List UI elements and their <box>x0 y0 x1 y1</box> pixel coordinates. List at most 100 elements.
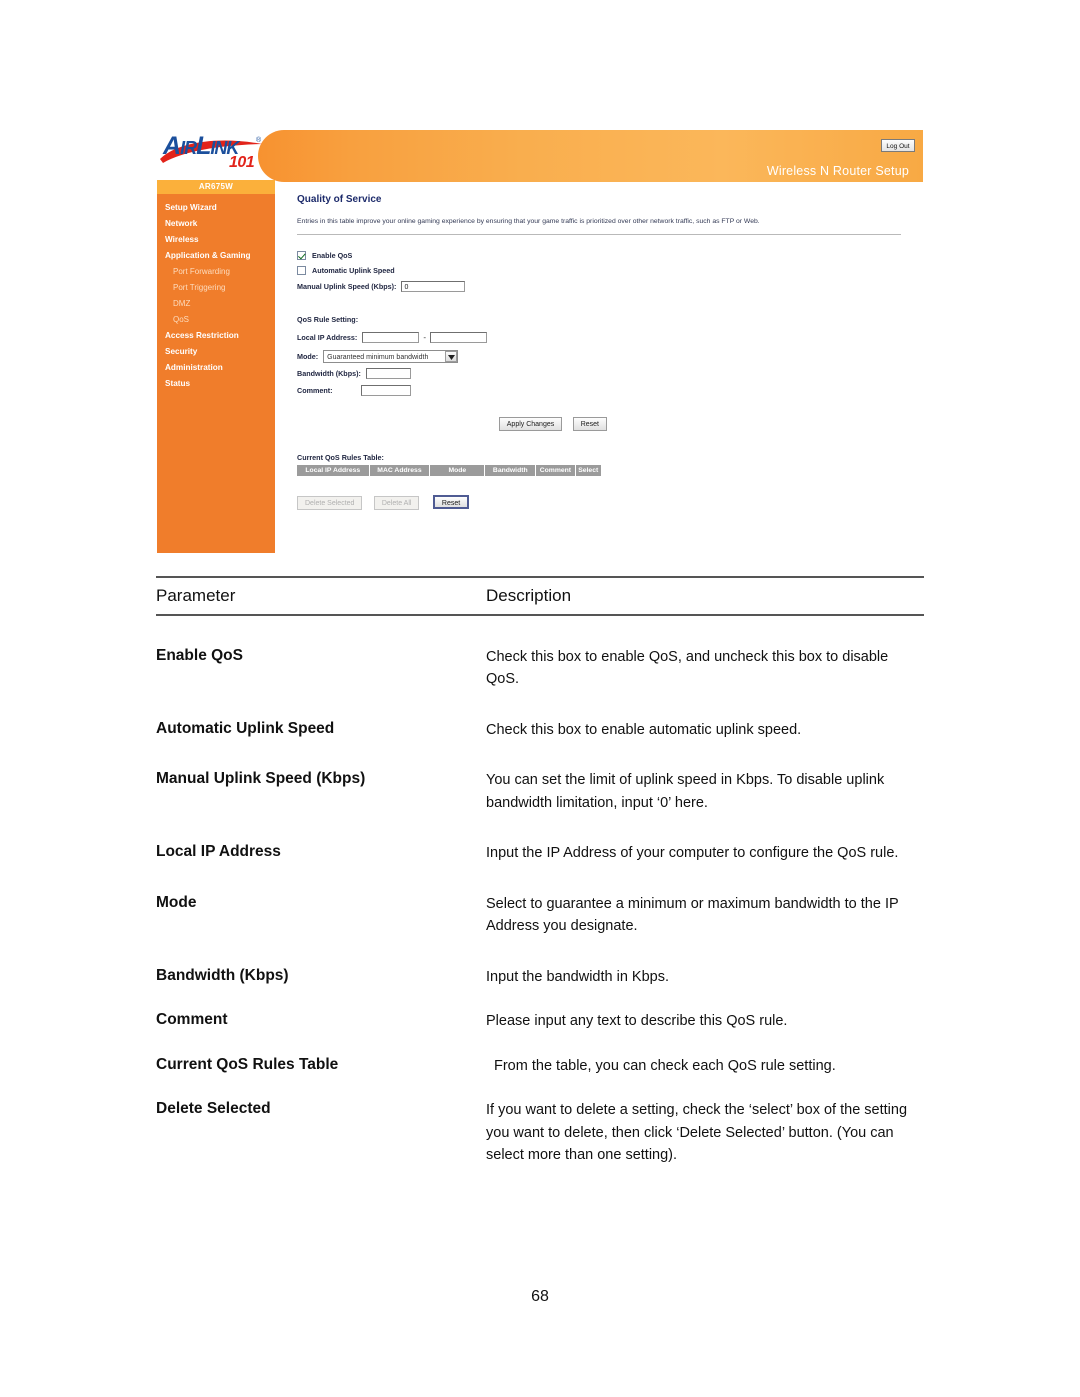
parameter-desc-automatic-uplink-speed: Check this box to enable automatic uplin… <box>486 721 802 738</box>
table-row: Current QoS Rules Table From the table, … <box>156 1055 924 1077</box>
qos-col-local-ip-address: Local IP Address <box>297 465 370 477</box>
manual-uplink-speed-input[interactable]: 0 <box>401 280 466 292</box>
logo-101: 101 <box>229 154 255 171</box>
delete-selected-button[interactable]: Delete Selected <box>297 496 363 511</box>
apply-changes-button[interactable]: Apply Changes <box>498 417 563 432</box>
parameter-name-comment: Comment <box>156 1011 228 1029</box>
parameter-desc-bandwidth: Input the bandwidth in Kbps. <box>486 968 669 985</box>
comment-label: Comment: <box>297 385 333 395</box>
enable-qos-label: Enable QoS <box>312 251 353 261</box>
parameter-name-delete-selected: Delete Selected <box>156 1100 271 1118</box>
comment-row: Comment: <box>297 383 923 397</box>
mode-selected-value: Guaranteed minimum bandwidth <box>327 353 429 361</box>
current-qos-rules-table-label: Current QoS Rules Table: <box>297 453 384 463</box>
mode-label: Mode: <box>297 351 319 361</box>
table-bottom-rule <box>156 614 924 616</box>
sidebar-item-access-restriction[interactable]: Access Restriction <box>157 328 275 344</box>
parameter-name-local-ip-address: Local IP Address <box>156 843 281 861</box>
parameter-name-mode: Mode <box>156 893 197 911</box>
parameter-description-table: Parameter Description Enable QoS Check t… <box>156 576 924 1167</box>
local-ip-start-input[interactable] <box>362 331 420 343</box>
sidebar-item-setup-wizard[interactable]: Setup Wizard <box>157 200 275 216</box>
qos-col-select: Select <box>575 465 601 477</box>
router-header-title: Wireless N Router Setup <box>766 164 909 178</box>
router-header-bar: Log Out Wireless N Router Setup <box>258 130 923 182</box>
local-ip-range-separator: - <box>423 332 426 342</box>
local-ip-end-input[interactable] <box>430 331 487 343</box>
manual-uplink-speed-label: Manual Uplink Speed (Kbps): <box>297 281 397 291</box>
qos-col-mac-address: MAC Address <box>369 465 431 477</box>
router-sidebar: AR675W Setup Wizard Network Wireless App… <box>157 180 275 553</box>
table-row: Local IP Address Input the IP Address of… <box>156 842 924 864</box>
enable-qos-checkbox[interactable] <box>297 251 306 261</box>
bandwidth-input[interactable] <box>365 367 411 379</box>
parameter-desc-comment: Please input any text to describe this Q… <box>486 1013 788 1030</box>
parameter-desc-current-qos-rules-table: From the table, you can check each QoS r… <box>494 1057 836 1074</box>
parameter-desc-enable-qos: Check this box to enable QoS, and unchec… <box>486 649 889 688</box>
delete-all-button[interactable]: Delete All <box>373 496 420 511</box>
parameter-name-current-qos-rules-table: Current QoS Rules Table <box>156 1055 339 1073</box>
router-content-pane: Quality of Service Entries in this table… <box>297 194 923 511</box>
sidebar-item-status[interactable]: Status <box>157 376 275 392</box>
sidebar-item-application-gaming[interactable]: Application & Gaming <box>157 248 275 264</box>
mode-row: Mode: Guaranteed minimum bandwidth <box>297 349 923 363</box>
table-actions: Delete Selected Delete All Reset <box>297 492 923 511</box>
sidebar-item-wireless[interactable]: Wireless <box>157 232 275 248</box>
table-reset-button[interactable]: Reset <box>432 495 470 510</box>
manual-uplink-speed-row: Manual Uplink Speed (Kbps): 0 <box>297 279 923 293</box>
qos-rule-setting-label: QoS Rule Setting: <box>297 315 359 325</box>
page-number: 68 <box>531 1288 549 1305</box>
chevron-down-icon[interactable] <box>445 350 458 362</box>
comment-input[interactable] <box>360 384 411 396</box>
table-row: Mode Select to guarantee a minimum or ma… <box>156 893 924 938</box>
parameter-name-enable-qos: Enable QoS <box>156 647 243 664</box>
table-header-row: Parameter Description <box>156 578 924 614</box>
table-row: Bandwidth (Kbps) Input the bandwidth in … <box>156 966 924 988</box>
parameter-desc-mode: Select to guarantee a minimum or maximum… <box>486 895 899 935</box>
sidebar-item-network[interactable]: Network <box>157 216 275 232</box>
column-header-parameter: Parameter <box>156 586 236 605</box>
parameter-name-bandwidth: Bandwidth (Kbps) <box>156 966 289 984</box>
sidebar-item-security[interactable]: Security <box>157 344 275 360</box>
bandwidth-label: Bandwidth (Kbps): <box>297 368 361 378</box>
automatic-uplink-speed-row[interactable]: Automatic Uplink Speed <box>297 264 923 277</box>
content-divider <box>297 234 901 236</box>
logo-wordmark: AIRLINK <box>163 132 239 160</box>
automatic-uplink-speed-label: Automatic Uplink Speed <box>312 266 395 276</box>
enable-qos-row[interactable]: Enable QoS <box>297 249 923 262</box>
qos-rules-table-header: Local IP Address MAC Address Mode Bandwi… <box>297 465 601 477</box>
local-ip-address-row: Local IP Address: - <box>297 330 923 344</box>
reset-button[interactable]: Reset <box>572 417 607 432</box>
sidebar-item-port-forwarding[interactable]: Port Forwarding <box>157 264 275 280</box>
airlink-logo: AIRLINK ® 101 <box>157 118 275 180</box>
qos-col-comment: Comment <box>536 465 576 477</box>
router-admin-screenshot: Log Out Wireless N Router Setup AIRLINK … <box>157 118 923 553</box>
parameter-desc-local-ip-address: Input the IP Address of your computer to… <box>486 845 899 862</box>
current-qos-rules-section: Current QoS Rules Table: Local IP Addres… <box>297 453 923 477</box>
table-row: Delete Selected If you want to delete a … <box>156 1099 924 1166</box>
sidebar-item-dmz[interactable]: DMZ <box>157 296 275 312</box>
page-title: Quality of Service <box>297 194 382 205</box>
column-header-description: Description <box>486 586 572 605</box>
form-actions: Apply Changes Reset <box>297 413 607 432</box>
parameter-name-manual-uplink-speed: Manual Uplink Speed (Kbps) <box>156 770 366 788</box>
table-row: Manual Uplink Speed (Kbps) You can set t… <box>156 769 924 814</box>
qos-col-mode: Mode <box>430 465 486 477</box>
sidebar-item-port-triggering[interactable]: Port Triggering <box>157 280 275 296</box>
logout-button[interactable]: Log Out <box>881 139 915 152</box>
sidebar-nav: Setup Wizard Network Wireless Applicatio… <box>157 200 275 392</box>
logo-registered-mark: ® <box>256 137 262 144</box>
table-row: Automatic Uplink Speed Check this box to… <box>156 719 924 741</box>
table-row: Enable QoS Check this box to enable QoS,… <box>156 646 924 691</box>
parameter-desc-manual-uplink-speed: You can set the limit of uplink speed in… <box>486 772 885 811</box>
sidebar-item-qos[interactable]: QoS <box>157 312 275 328</box>
local-ip-address-label: Local IP Address: <box>297 332 358 342</box>
parameter-desc-delete-selected: If you want to delete a setting, check t… <box>486 1102 908 1164</box>
sidebar-item-administration[interactable]: Administration <box>157 360 275 376</box>
mode-select[interactable]: Guaranteed minimum bandwidth <box>323 349 459 363</box>
bandwidth-row: Bandwidth (Kbps): <box>297 366 923 380</box>
automatic-uplink-speed-checkbox[interactable] <box>297 266 306 276</box>
qos-col-bandwidth: Bandwidth <box>485 465 537 477</box>
page-description: Entries in this table improve your onlin… <box>297 218 760 225</box>
parameter-name-automatic-uplink-speed: Automatic Uplink Speed <box>156 719 335 737</box>
